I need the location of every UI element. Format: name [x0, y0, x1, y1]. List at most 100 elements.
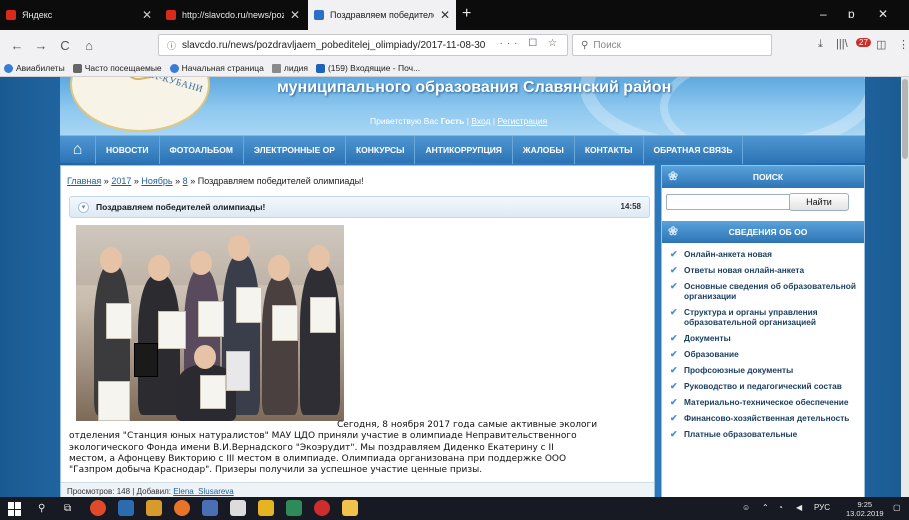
login-link[interactable]: Вход: [471, 116, 490, 126]
menu-item-complaints[interactable]: ЖАЛОБЫ: [513, 135, 575, 164]
new-tab-button[interactable]: +: [462, 5, 471, 23]
menu-item-feedback[interactable]: ОБРАТНАЯ СВЯЗЬ: [644, 135, 744, 164]
site-search-input[interactable]: [666, 194, 794, 210]
volume-icon[interactable]: ◀: [796, 503, 802, 512]
start-button[interactable]: [8, 502, 22, 516]
language-indicator[interactable]: РУС: [814, 503, 830, 512]
excel-icon[interactable]: [286, 500, 302, 516]
tab-yandex[interactable]: Яндекс ✕: [0, 0, 158, 30]
people-icon[interactable]: ☺: [742, 503, 750, 512]
sidebar-link[interactable]: ✔ Документы: [662, 331, 864, 347]
notifications-icon[interactable]: ▢: [893, 503, 901, 512]
bookmark-aviabilety[interactable]: Авиабилеты: [4, 63, 65, 73]
menu-item-photoalbum[interactable]: ФОТОАЛЬБОМ: [160, 135, 244, 164]
home-icon[interactable]: ⌂: [60, 135, 96, 164]
photos-icon[interactable]: [118, 500, 134, 516]
home-button[interactable]: ⌂: [82, 38, 96, 53]
close-tab-icon[interactable]: ✕: [290, 8, 300, 22]
page-scrollbar[interactable]: [901, 77, 909, 497]
back-button[interactable]: ←: [10, 38, 24, 53]
chrome-icon[interactable]: [90, 500, 106, 516]
folder-icon[interactable]: [258, 500, 274, 516]
check-icon: ✔: [670, 381, 678, 391]
breadcrumb-year[interactable]: 2017: [111, 176, 131, 186]
sidebar-link-label[interactable]: Структура и органы управления образовате…: [684, 307, 860, 327]
bookmark-inbox[interactable]: (159) Входящие - Поч...: [315, 63, 420, 73]
sidebar-link[interactable]: ✔ Профсоюзные документы: [662, 363, 864, 379]
site-search-button[interactable]: Найти: [789, 193, 849, 211]
register-link[interactable]: Регистрация: [498, 116, 548, 126]
close-window-button[interactable]: ✕: [878, 7, 888, 21]
menu-item-anticorruption[interactable]: АНТИКОРРУПЦИЯ: [415, 135, 513, 164]
yandex-browser-icon[interactable]: [314, 500, 330, 516]
sidebar-link[interactable]: ✔ Платные образовательные: [662, 427, 864, 443]
sidebar-link[interactable]: ✔ Финансово-хозяйственная детельность: [662, 411, 864, 427]
firefox-icon[interactable]: [174, 500, 190, 516]
menu-icon[interactable]: ⋮: [898, 38, 909, 51]
breadcrumb-day[interactable]: 8: [183, 176, 188, 186]
network-icon[interactable]: ◔: [778, 503, 783, 512]
mail-icon[interactable]: [230, 500, 246, 516]
menu-item-news[interactable]: НОВОСТИ: [96, 135, 160, 164]
sidebar-link-label[interactable]: Онлайн-анкета новая: [684, 249, 772, 259]
taskbar-clock[interactable]: 9:25 13.02.2019: [846, 500, 884, 518]
sidebar-link-label[interactable]: Руководство и педагогический состав: [684, 381, 842, 391]
views-label: Просмотров:: [67, 487, 115, 496]
check-icon: ✔: [670, 349, 678, 359]
menu-item-contacts[interactable]: КОНТАКТЫ: [575, 135, 644, 164]
store-icon[interactable]: [146, 500, 162, 516]
site-info-icon[interactable]: ⓘ: [167, 39, 176, 52]
tab-congrats[interactable]: Поздравляем победителей о ✕: [308, 0, 456, 30]
menu-item-contests[interactable]: КОНКУРСЫ: [346, 135, 416, 164]
explorer-icon[interactable]: [202, 500, 218, 516]
sidebar-link[interactable]: ✔ Онлайн-анкета новая: [662, 247, 864, 263]
close-tab-icon[interactable]: ✕: [440, 8, 450, 22]
sidebar-link-label[interactable]: Документы: [684, 333, 731, 343]
menu-item-electronic-resources[interactable]: ЭЛЕКТРОННЫЕ ОР: [244, 135, 346, 164]
download-icon[interactable]: ⤓: [818, 38, 823, 51]
sidebar-link[interactable]: ✔ Основные сведения об образовательной ор…: [662, 279, 864, 305]
sidebar-link[interactable]: ✔ Ответы новая онлайн-анкета: [662, 263, 864, 279]
breadcrumb-month[interactable]: Ноябрь: [141, 176, 172, 186]
bookmark-start-page[interactable]: Начальная страница: [169, 63, 264, 73]
sidebar-link-label[interactable]: Финансово-хозяйственная детельность: [684, 413, 849, 423]
library-icon[interactable]: |||\: [836, 38, 848, 50]
task-view-icon[interactable]: ⧉: [64, 503, 71, 514]
sidebar-icon[interactable]: ◫: [876, 38, 886, 51]
sidebar-link-label[interactable]: Профсоюзные документы: [684, 365, 793, 375]
page-actions[interactable]: ··· ☐ ☆: [500, 38, 561, 49]
scrollbar-thumb[interactable]: [902, 79, 908, 159]
bookmark-lidia[interactable]: лидия: [271, 63, 308, 73]
sidebar-link[interactable]: ✔ Структура и органы управления образоват…: [662, 305, 864, 331]
addon-badge-icon[interactable]: 27: [856, 38, 871, 47]
close-tab-icon[interactable]: ✕: [142, 8, 152, 22]
sidebar-link-label[interactable]: Материально-техническое обеспечение: [684, 397, 848, 407]
search-bar[interactable]: ⚲ Поиск: [572, 34, 772, 56]
sidebar-link[interactable]: ✔ Руководство и педагогический состав: [662, 379, 864, 395]
forward-button[interactable]: →: [34, 38, 48, 53]
minimize-button[interactable]: –: [820, 7, 827, 21]
author-link[interactable]: Elena_Slusareva: [173, 487, 233, 496]
sidebar-link-label[interactable]: Платные образовательные: [684, 429, 797, 439]
lotus-icon: ❀: [668, 224, 679, 238]
bookmark-most-visited[interactable]: Часто посещаемые: [72, 63, 162, 73]
paint-icon[interactable]: [342, 500, 358, 516]
sidebar-link-label[interactable]: Основные сведения об образовательной орг…: [684, 281, 860, 301]
url-bar[interactable]: ⓘ slavcdo.ru/news/pozdravljaem_pobeditel…: [158, 34, 568, 56]
tab-slavcdo-news[interactable]: http://slavcdo.ru/news/pozdra ✕: [160, 0, 306, 30]
reload-button[interactable]: C: [58, 38, 72, 53]
sidebar-link-label[interactable]: Образование: [684, 349, 739, 359]
sidebar-link[interactable]: ✔ Материально-техническое обеспечение: [662, 395, 864, 411]
maximize-button[interactable]: ɒ: [848, 7, 855, 21]
main-content: Главная » 2017 » Ноябрь » 8 » Поздравляе…: [60, 165, 655, 497]
news-photo[interactable]: [76, 225, 344, 421]
sidebar-link-label[interactable]: Ответы новая онлайн-анкета: [684, 265, 804, 275]
url-text[interactable]: slavcdo.ru/news/pozdravljaem_pobeditelej…: [182, 40, 485, 51]
sidebar-link[interactable]: ✔ Образование: [662, 347, 864, 363]
search-icon[interactable]: ⚲: [38, 503, 45, 514]
breadcrumb-home[interactable]: Главная: [67, 176, 101, 186]
collapse-icon[interactable]: ▾: [78, 202, 89, 213]
tray-arrow-icon[interactable]: ⌃: [762, 503, 769, 512]
site-logo[interactable]: СЛАВЯНСК-НА-КУБАНИ: [70, 77, 210, 132]
search-block-header: ❀ ПОИСК: [662, 166, 864, 188]
